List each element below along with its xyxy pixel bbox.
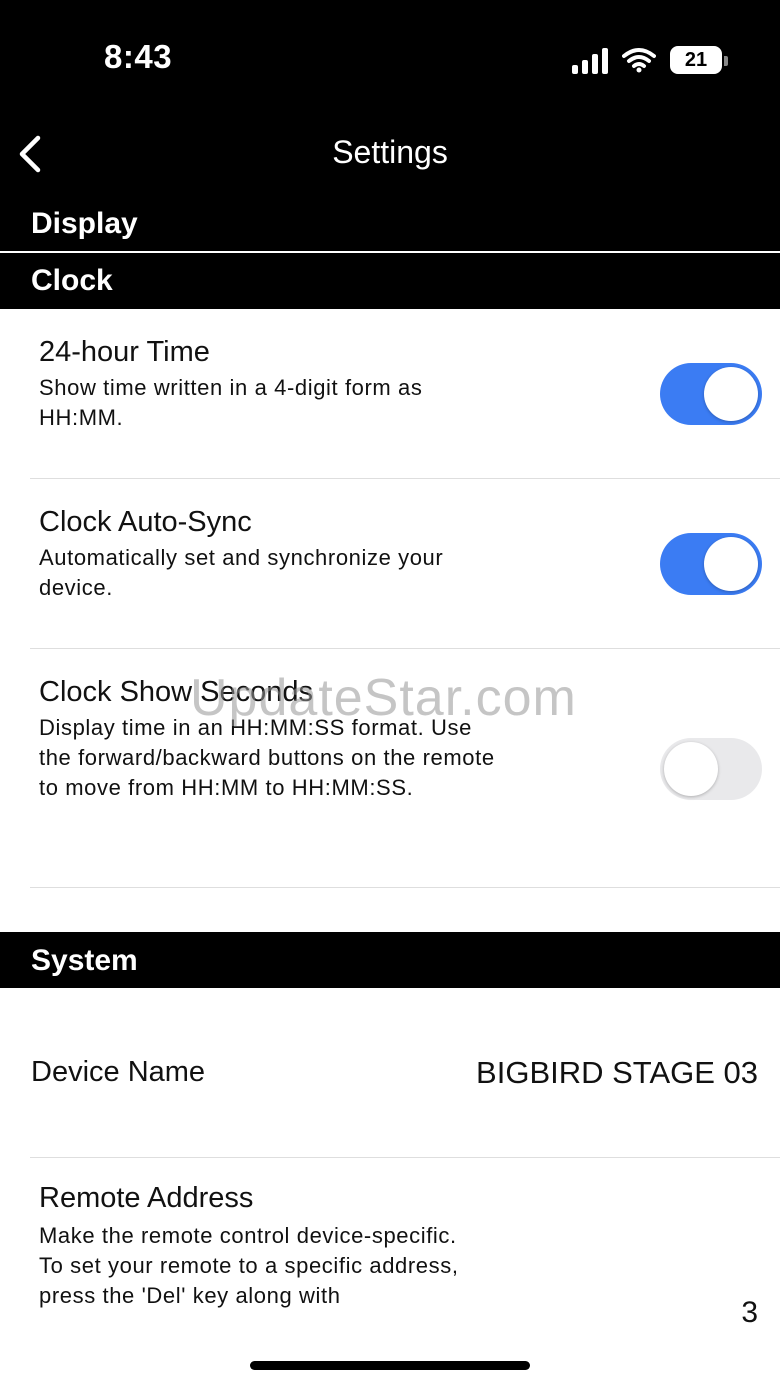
setting-row-clock-show-seconds: Clock Show Seconds Display time in an HH…	[0, 649, 780, 889]
row-separator	[30, 887, 780, 888]
cellular-signal-icon	[572, 46, 608, 74]
page-title: Settings	[332, 134, 448, 170]
setting-row-24-hour-time: 24-hour Time Show time written in a 4-di…	[0, 309, 780, 479]
remote-address-value[interactable]: 3	[741, 1296, 758, 1330]
device-name-value[interactable]: BIGBIRD STAGE 03	[476, 1055, 758, 1091]
section-header-display: Display	[0, 200, 780, 251]
battery-level: 21	[684, 48, 708, 71]
setting-row-remote-address[interactable]: Remote Address Make the remote control d…	[0, 1158, 780, 1338]
setting-row-clock-auto-sync: Clock Auto-Sync Automatically set and sy…	[0, 479, 780, 649]
24-hour-time-toggle[interactable]	[660, 363, 762, 425]
wifi-icon	[622, 48, 656, 73]
section-header-system: System	[0, 932, 780, 988]
battery-icon: 21	[670, 46, 728, 74]
home-indicator[interactable]	[250, 1361, 530, 1370]
setting-description: Automatically set and synchronize your d…	[39, 545, 444, 600]
nav-bar: Settings	[0, 110, 780, 200]
clock-show-seconds-toggle[interactable]	[660, 738, 762, 800]
setting-title: 24-hour Time	[39, 336, 210, 368]
setting-title: Remote Address	[39, 1182, 254, 1214]
setting-description: Display time in an HH:MM:SS format. Use …	[39, 715, 495, 800]
setting-description: Make the remote control device-specific.…	[39, 1223, 459, 1308]
section-header-clock: Clock	[0, 253, 780, 309]
setting-title: Clock Show Seconds	[39, 676, 314, 708]
setting-title: Clock Auto-Sync	[39, 506, 252, 538]
status-icons: 21	[572, 44, 728, 76]
status-bar: 8:43 21	[0, 0, 780, 110]
device-name-label: Device Name	[31, 1056, 206, 1088]
setting-description: Show time written in a 4-digit form as H…	[39, 375, 423, 430]
clock-auto-sync-toggle[interactable]	[660, 533, 762, 595]
status-time: 8:43	[104, 38, 173, 75]
